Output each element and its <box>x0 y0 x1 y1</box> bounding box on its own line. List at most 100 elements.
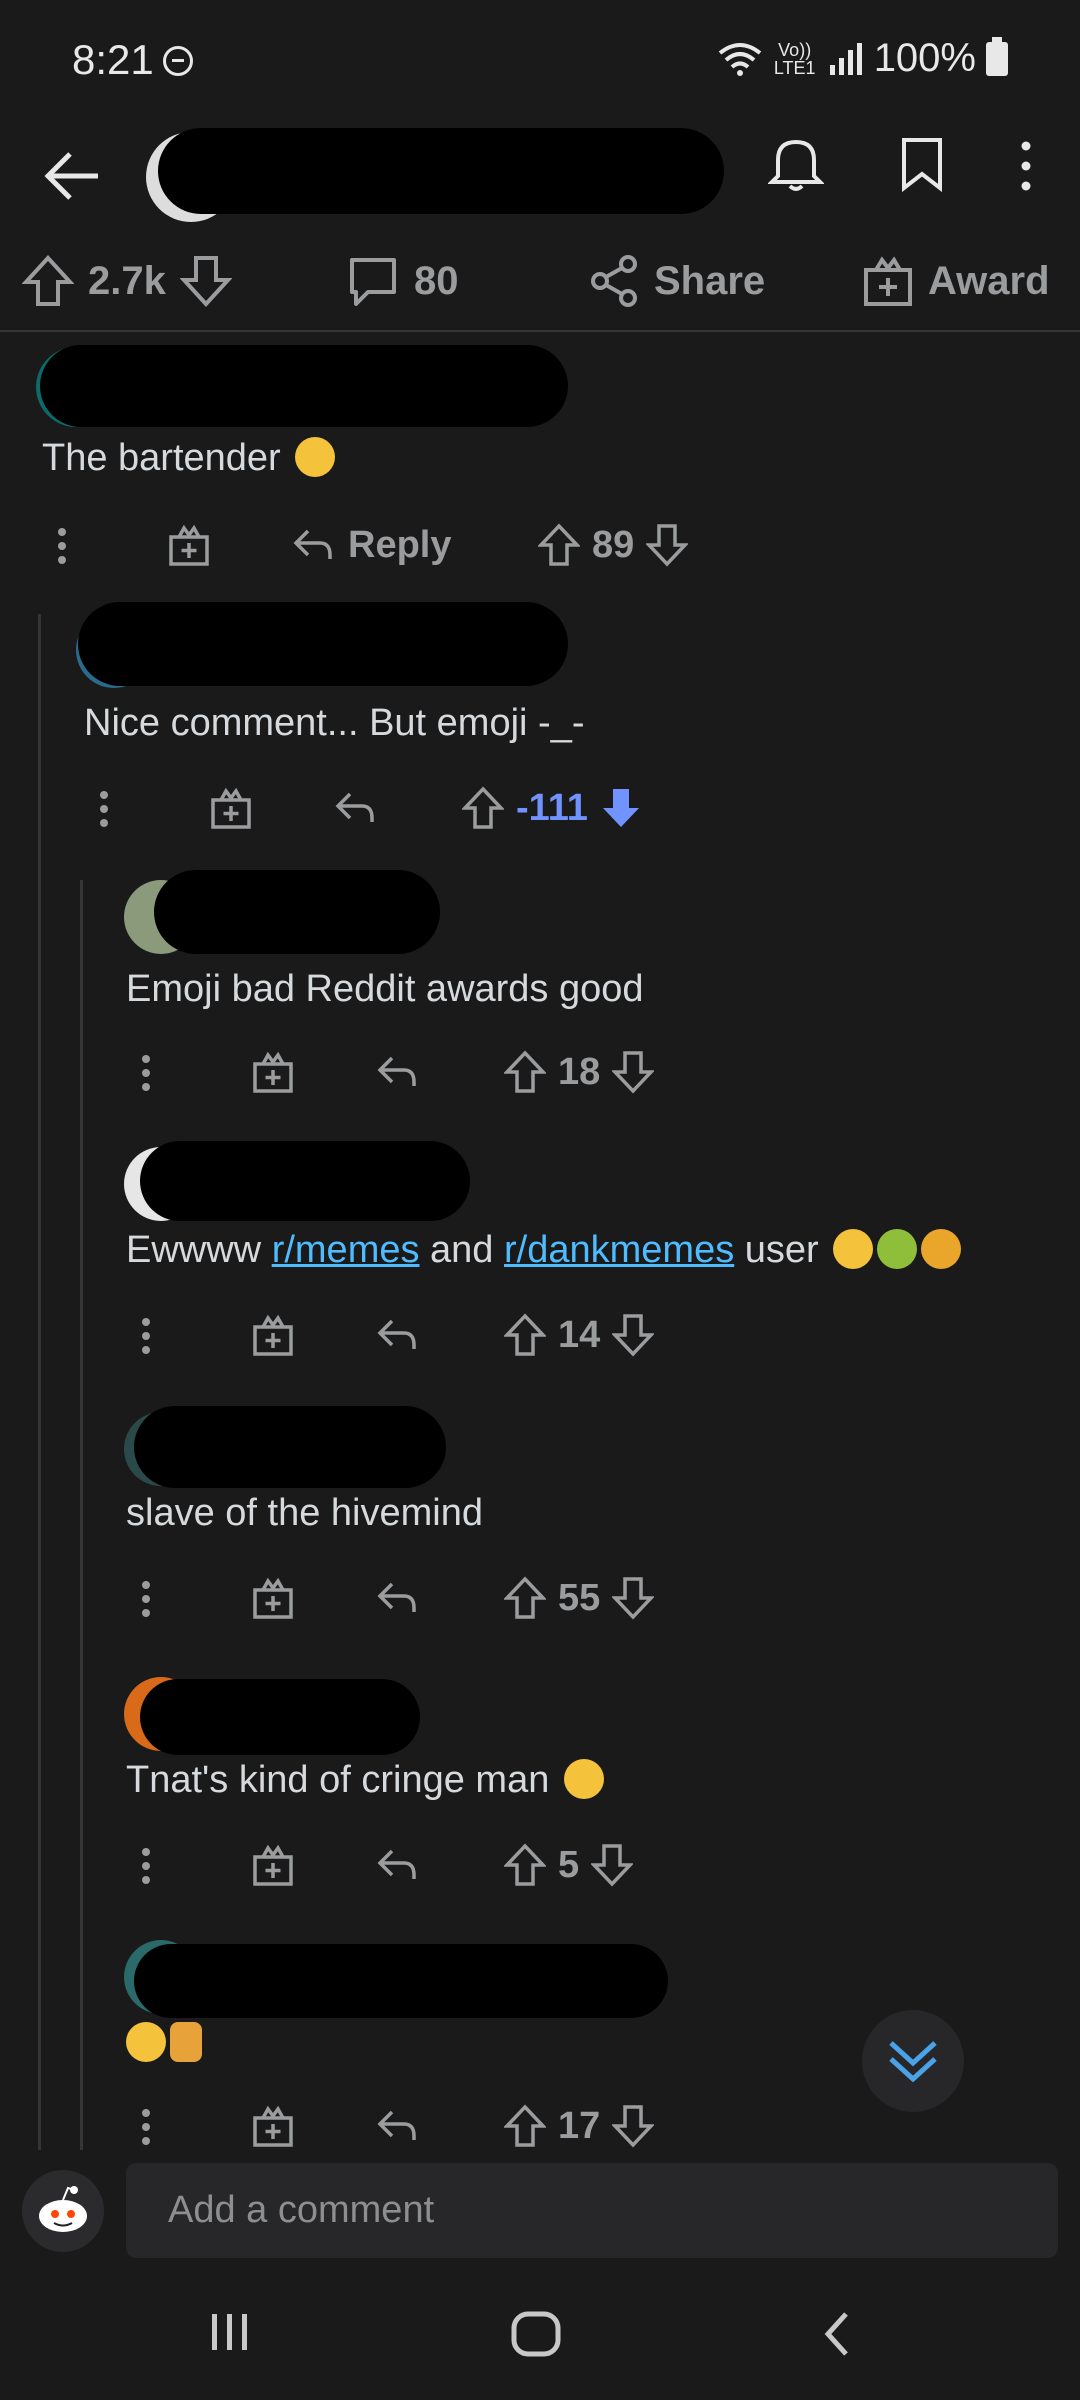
comment-body: Ewwww r/memes and r/dankmemes user <box>126 1228 962 1272</box>
downvote-icon[interactable] <box>612 2104 655 2148</box>
downvote-icon[interactable] <box>646 523 689 567</box>
reply-arrow-icon[interactable] <box>376 1847 418 1883</box>
comment-vote-group: 14 <box>504 1305 655 1365</box>
battery-icon <box>986 36 1008 76</box>
comment: Ewwww r/memes and r/dankmemes user 14 <box>0 1135 1080 1375</box>
do-not-disturb-icon <box>163 46 193 76</box>
status-time: 8:21 <box>72 36 154 83</box>
award-gift-icon[interactable] <box>252 2104 294 2148</box>
award-gift-icon[interactable] <box>168 523 210 567</box>
bookmark-icon[interactable] <box>900 136 944 192</box>
comments-button[interactable]: 80 <box>346 254 459 308</box>
post-vote-group: 2.7k <box>22 254 232 308</box>
thread-line-level-1[interactable] <box>38 614 41 2154</box>
award-gift-icon <box>864 256 912 306</box>
upvote-icon[interactable] <box>504 1576 546 1620</box>
more-options-icon[interactable] <box>140 1580 152 1618</box>
status-right: Vo)) LTE1 100% <box>718 36 1008 81</box>
share-button[interactable]: Share <box>588 254 765 308</box>
downvote-icon[interactable] <box>179 254 232 308</box>
more-options-icon[interactable] <box>140 1847 152 1885</box>
home-icon[interactable] <box>510 2310 562 2358</box>
downvote-icon[interactable] <box>612 1050 655 1094</box>
award-gift-icon[interactable] <box>252 1576 294 1620</box>
upvote-icon[interactable] <box>504 1843 546 1887</box>
more-options-icon[interactable] <box>140 2108 152 2146</box>
share-label: Share <box>654 258 766 303</box>
vomiting-face-emoji-icon <box>921 1228 962 1269</box>
comment-text: Tnat's kind of cringe man <box>126 1759 550 1801</box>
comment-score: 5 <box>558 1843 580 1886</box>
more-options-icon[interactable] <box>56 527 68 565</box>
comment-text: user <box>734 1229 819 1271</box>
redacted-username <box>140 1141 470 1221</box>
subreddit-link[interactable]: r/memes <box>272 1229 420 1271</box>
comment-score: 17 <box>558 2104 601 2147</box>
upvote-icon[interactable] <box>504 1313 546 1357</box>
comment-text: and <box>419 1229 505 1271</box>
comment-toolbar: 17 <box>126 2096 826 2156</box>
downvote-icon-active[interactable] <box>600 786 642 830</box>
downvote-icon[interactable] <box>612 1313 655 1357</box>
upvote-icon[interactable] <box>504 1050 546 1094</box>
reply-arrow-icon[interactable] <box>376 1580 418 1616</box>
reply-arrow-icon[interactable] <box>376 2108 418 2144</box>
reply-button[interactable]: Reply <box>292 515 451 575</box>
more-options-icon[interactable] <box>140 1054 152 1092</box>
sad-face-emoji-icon <box>295 436 336 477</box>
comment-score: 89 <box>592 523 635 566</box>
upvote-icon[interactable] <box>462 786 504 830</box>
upvote-icon[interactable] <box>22 254 74 308</box>
comment-toolbar: 14 <box>126 1305 826 1365</box>
comment-score: 18 <box>558 1050 601 1093</box>
reply-arrow-icon[interactable] <box>334 790 376 826</box>
back-arrow-icon[interactable] <box>44 150 100 202</box>
upvote-icon[interactable] <box>504 2104 546 2148</box>
redacted-username <box>154 870 440 954</box>
snoo-avatar-icon <box>39 2186 87 2232</box>
redacted-username <box>140 1679 420 1755</box>
redacted-username <box>78 602 568 686</box>
comment-body: Tnat's kind of cringe man <box>126 1758 604 1802</box>
comment-body: slave of the hivemind <box>126 1492 483 1534</box>
more-vert-icon[interactable] <box>1014 138 1038 194</box>
confused-face-emoji-icon <box>833 1228 874 1269</box>
reply-arrow-icon[interactable] <box>376 1317 418 1353</box>
next-comment-button[interactable] <box>862 2010 964 2112</box>
double-chevron-down-icon <box>889 2041 937 2083</box>
back-nav-icon[interactable] <box>822 2310 852 2358</box>
comment: Emoji bad Reddit awards good 18 <box>0 870 1080 1110</box>
status-bar: 8:21 Vo)) LTE1 100% <box>0 0 1080 120</box>
nauseated-face-emoji-icon <box>877 1228 918 1269</box>
add-comment-input[interactable]: Add a comment <box>126 2163 1058 2258</box>
upvote-icon[interactable] <box>538 523 580 567</box>
reply-arrow-icon[interactable] <box>376 1054 418 1090</box>
award-label: Award <box>928 258 1050 303</box>
comment-vote-group: 89 <box>538 515 689 575</box>
comment-vote-group: 5 <box>504 1835 634 1895</box>
award-gift-icon[interactable] <box>252 1843 294 1887</box>
comment: The bartender Reply 89 <box>0 335 1080 575</box>
comment: Tnat's kind of cringe man 5 <box>0 1665 1080 1905</box>
comment-text: The bartender <box>42 437 281 479</box>
post-action-bar: 2.7k 80 Share Award <box>0 232 1080 332</box>
comment-text: Ewwww <box>126 1229 272 1271</box>
more-options-icon[interactable] <box>140 1317 152 1355</box>
downvote-icon[interactable] <box>591 1843 634 1887</box>
comment-toolbar: -111 <box>84 778 784 838</box>
subreddit-link[interactable]: r/dankmemes <box>504 1229 734 1271</box>
comment-toolbar: 18 <box>126 1042 826 1102</box>
award-gift-icon[interactable] <box>252 1050 294 1094</box>
award-button[interactable]: Award <box>862 254 1050 308</box>
downvote-icon[interactable] <box>612 1576 655 1620</box>
more-options-icon[interactable] <box>98 790 110 828</box>
user-avatar[interactable] <box>22 2170 104 2252</box>
recent-apps-icon[interactable] <box>208 2310 252 2354</box>
award-gift-icon[interactable] <box>210 786 252 830</box>
award-gift-icon[interactable] <box>252 1313 294 1357</box>
comment-score: 55 <box>558 1576 601 1619</box>
comment-body <box>126 2021 202 2065</box>
comment-score: 14 <box>558 1313 601 1356</box>
notification-bell-icon[interactable] <box>768 134 824 194</box>
victory-hand-emoji-icon <box>170 2021 202 2062</box>
